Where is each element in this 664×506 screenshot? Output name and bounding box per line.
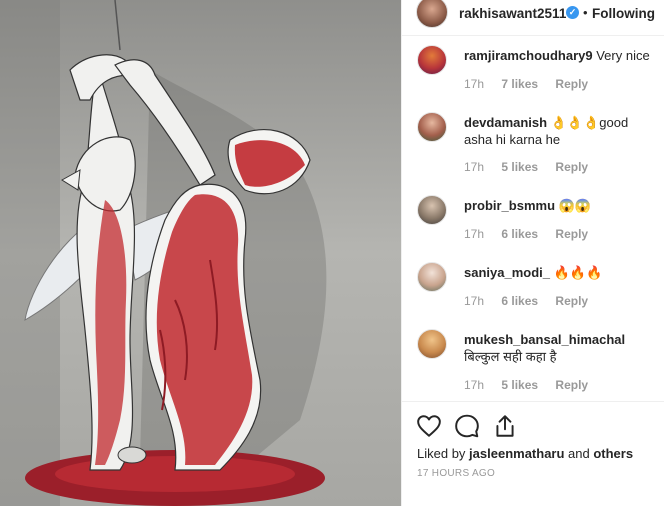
commenter-avatar[interactable]: [417, 329, 447, 359]
comment-icon[interactable]: [454, 413, 480, 439]
post-timestamp[interactable]: 17 HOURS AGO: [417, 468, 495, 479]
post-sidebar: rakhisawant2511 ✓ • Following ramjiramch…: [401, 0, 664, 506]
share-icon[interactable]: [492, 413, 518, 439]
post-image-illustration: [0, 0, 401, 506]
liker-username[interactable]: jasleenmatharu: [469, 446, 564, 461]
post-header: rakhisawant2511 ✓ • Following: [402, 0, 664, 28]
comment-text: mukesh_bansal_himachal बिल्कुल सही कहा ह…: [464, 331, 659, 365]
reply-button[interactable]: Reply: [555, 294, 588, 308]
header-divider: [402, 35, 664, 36]
comment-age: 17h: [464, 378, 485, 392]
following-button[interactable]: Following: [592, 6, 655, 21]
reply-button[interactable]: Reply: [555, 160, 588, 174]
actions-divider: [402, 401, 664, 402]
comment-meta: 17h 7 likes Reply: [464, 77, 602, 91]
comment-likes[interactable]: 6 likes: [501, 227, 538, 241]
reply-button[interactable]: Reply: [555, 77, 588, 91]
author-avatar[interactable]: [416, 0, 448, 28]
comment-age: 17h: [464, 227, 485, 241]
likes-prefix: Liked by: [417, 446, 470, 461]
comment-body: 🔥🔥🔥: [550, 265, 603, 280]
comment-likes[interactable]: 6 likes: [501, 294, 538, 308]
comment-meta: 17h 6 likes Reply: [464, 227, 602, 241]
comment-likes[interactable]: 5 likes: [501, 378, 538, 392]
commenter-avatar[interactable]: [417, 195, 447, 225]
likes-others-link[interactable]: others: [593, 446, 633, 461]
comment-meta: 17h 5 likes Reply: [464, 160, 602, 174]
author-username[interactable]: rakhisawant2511: [459, 6, 566, 21]
commenter-username[interactable]: devdamanish: [464, 115, 547, 130]
comment-body: 😱😱: [555, 198, 592, 213]
comment-likes[interactable]: 5 likes: [501, 160, 538, 174]
commenter-avatar[interactable]: [417, 112, 447, 142]
comment-text: probir_bsmmu 😱😱: [464, 197, 659, 214]
comment-text: ramjiramchoudhary9 Very nice: [464, 47, 659, 64]
likes-middle: and: [564, 446, 594, 461]
comment-text: saniya_modi_ 🔥🔥🔥: [464, 264, 659, 281]
comment-body: बिल्कुल सही कहा है: [464, 349, 557, 364]
commenter-username[interactable]: probir_bsmmu: [464, 198, 555, 213]
commenter-username[interactable]: mukesh_bansal_himachal: [464, 332, 625, 347]
post-photo[interactable]: [0, 0, 401, 506]
verified-badge-icon: ✓: [566, 6, 579, 19]
commenter-avatar[interactable]: [417, 45, 447, 75]
post-actions: [416, 413, 518, 439]
separator-dot: •: [583, 5, 588, 20]
comment-age: 17h: [464, 160, 485, 174]
reply-button[interactable]: Reply: [555, 378, 588, 392]
comment-text: devdamanish 👌👌👌good asha hi karna he: [464, 114, 659, 148]
heart-icon[interactable]: [416, 413, 442, 439]
commenter-username[interactable]: ramjiramchoudhary9: [464, 48, 593, 63]
comment-meta: 17h 5 likes Reply: [464, 378, 602, 392]
commenter-avatar[interactable]: [417, 262, 447, 292]
comment-body: Very nice: [592, 48, 650, 63]
reply-button[interactable]: Reply: [555, 227, 588, 241]
comment-meta: 17h 6 likes Reply: [464, 294, 602, 308]
commenter-username[interactable]: saniya_modi_: [464, 265, 550, 280]
comment-likes[interactable]: 7 likes: [501, 77, 538, 91]
comment-age: 17h: [464, 294, 485, 308]
comment-age: 17h: [464, 77, 485, 91]
likes-summary: Liked by jasleenmatharu and others: [417, 446, 633, 461]
